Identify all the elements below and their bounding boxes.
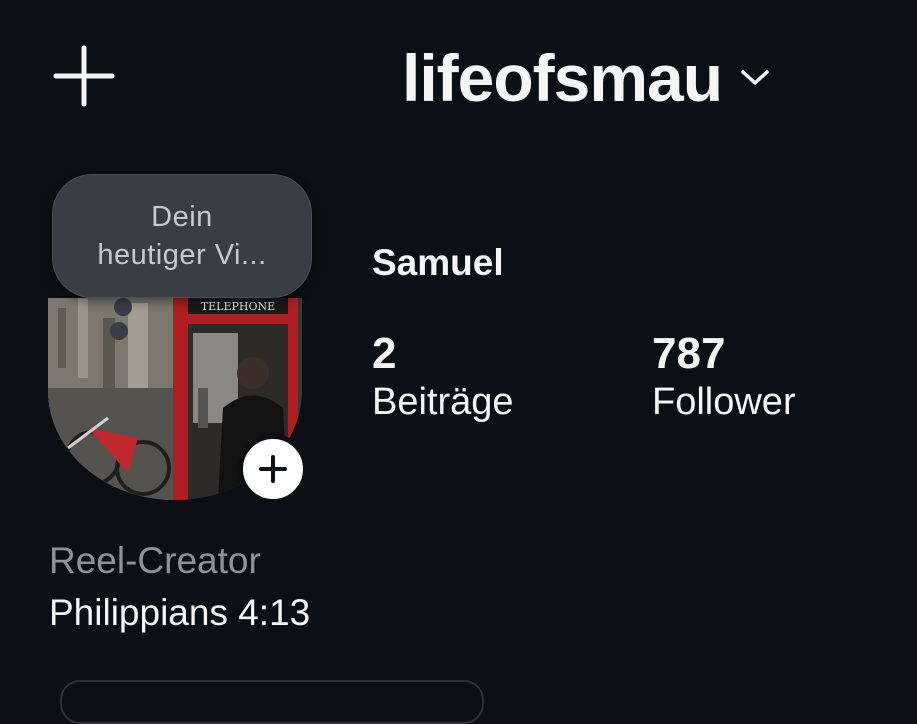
account-switcher[interactable]: lifeofsmau: [402, 38, 770, 118]
profile-avatar-area: TELEPHONE Dein heutiger Vi...: [48, 174, 312, 504]
username: lifeofsmau: [402, 41, 723, 115]
note-bubble-tail: [114, 298, 132, 316]
plus-icon: [53, 45, 115, 107]
telephone-sign: TELEPHONE: [201, 300, 275, 313]
add-story-button[interactable]: [238, 434, 308, 504]
chevron-down-icon: [741, 70, 769, 85]
note-text-line2: heutiger Vi...: [97, 239, 267, 271]
edit-profile-button[interactable]: [60, 680, 484, 724]
posts-count: 2: [372, 329, 397, 378]
followers-stat[interactable]: 787 Follower: [652, 330, 796, 426]
note-bubble-tail-small: [110, 322, 128, 340]
profile-category: Reel-Creator: [49, 540, 261, 581]
plus-icon: [259, 455, 287, 483]
note-bubble[interactable]: Dein heutiger Vi...: [52, 174, 312, 298]
followers-label: Follower: [652, 381, 796, 423]
posts-label: Beiträge: [372, 381, 514, 423]
posts-stat[interactable]: 2 Beiträge: [372, 330, 514, 426]
followers-count: 787: [652, 329, 726, 378]
profile-bio: Philippians 4:13: [49, 592, 311, 633]
create-button[interactable]: [52, 44, 116, 108]
note-text-line1: Dein: [151, 201, 213, 233]
display-name: Samuel: [372, 242, 504, 283]
